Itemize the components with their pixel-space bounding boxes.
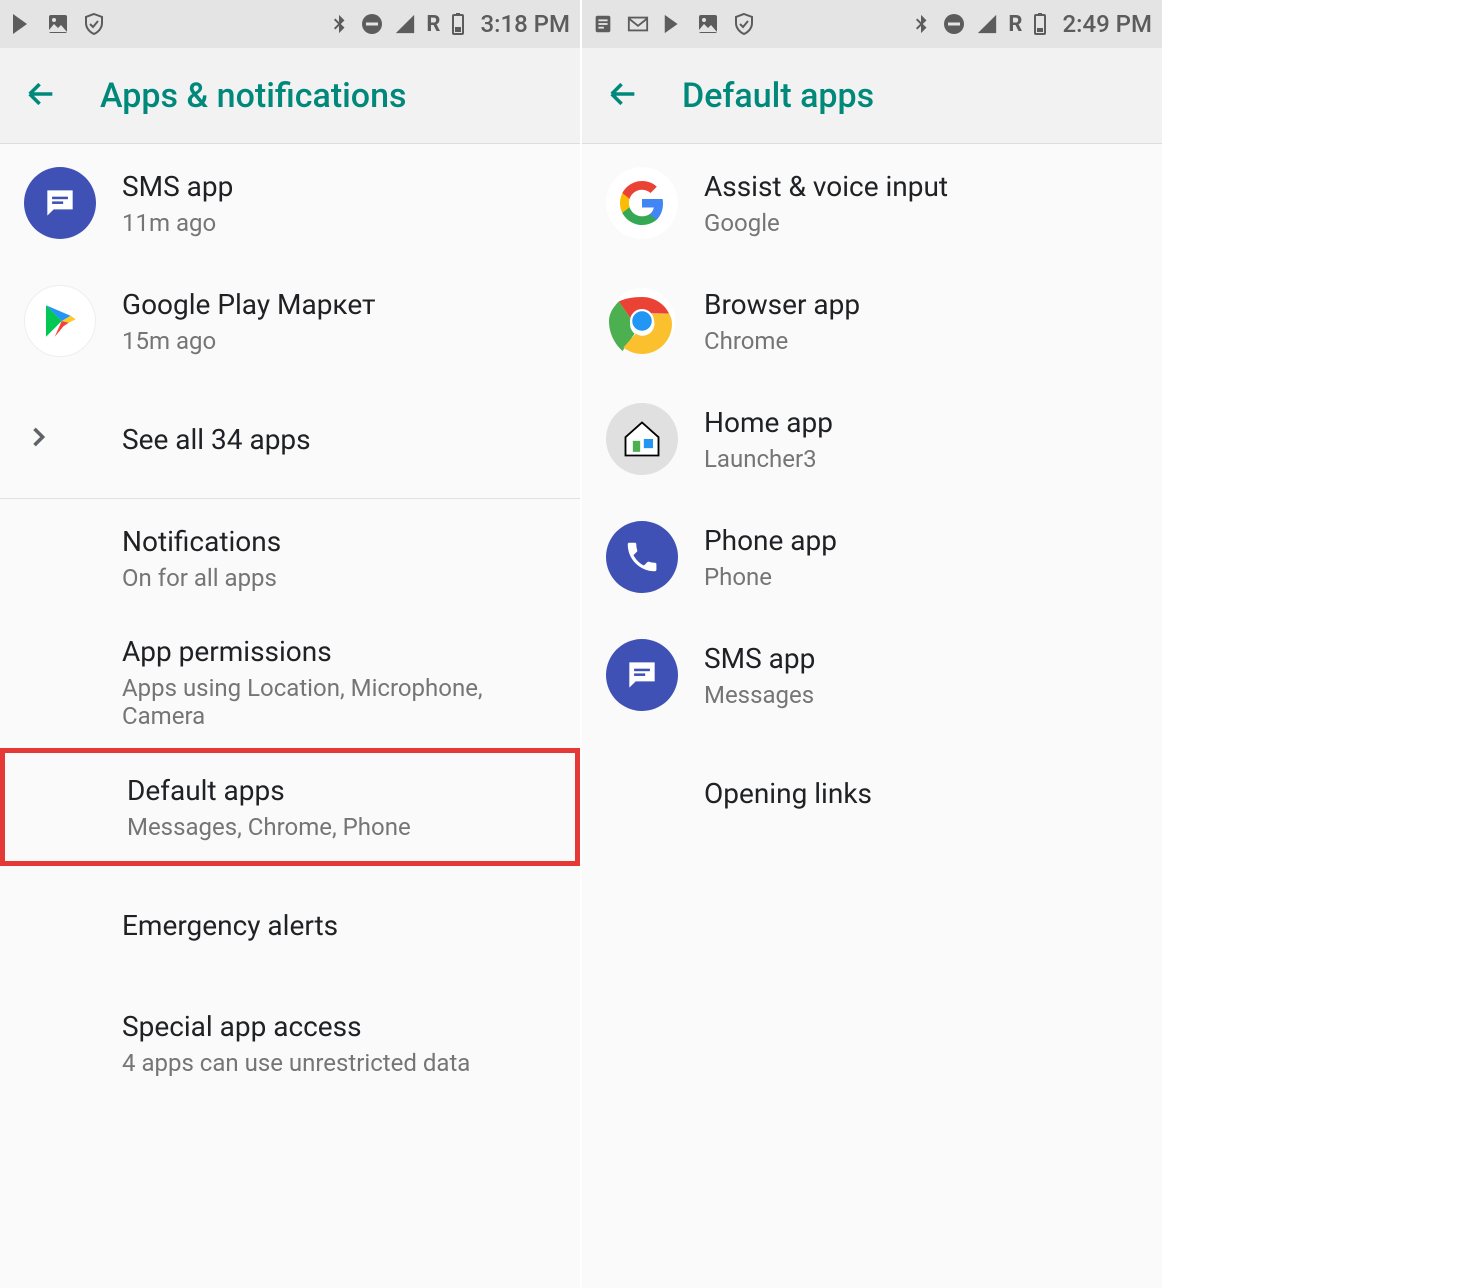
- battery-icon: [1032, 12, 1048, 36]
- row-subtitle: Messages: [704, 681, 815, 709]
- row-sms-app[interactable]: SMS app Messages: [582, 616, 1162, 734]
- status-right-icons: R 3:18 PM: [328, 10, 570, 38]
- play-store-icon: [10, 12, 34, 36]
- row-title: Notifications: [122, 525, 281, 558]
- row-title: Google Play Маркет: [122, 288, 376, 321]
- gallery-icon: [46, 12, 70, 36]
- status-left-icons: [592, 12, 756, 36]
- dnd-icon: [360, 12, 384, 36]
- status-bar: R 2:49 PM: [582, 0, 1162, 48]
- gallery-icon: [696, 12, 720, 36]
- row-subtitle: Google: [704, 209, 948, 237]
- network-type-label: R: [1008, 12, 1022, 37]
- row-subtitle: Apps using Location, Microphone, Camera: [122, 674, 556, 730]
- network-type-label: R: [426, 12, 440, 37]
- chrome-app-icon: [606, 285, 678, 357]
- row-subtitle: Chrome: [704, 327, 860, 355]
- chevron-right-icon: [24, 423, 52, 455]
- dnd-icon: [942, 12, 966, 36]
- row-title: See all 34 apps: [122, 423, 311, 456]
- shield-check-icon: [732, 12, 756, 36]
- app-bar: Apps & notifications: [0, 48, 580, 144]
- row-opening-links[interactable]: Opening links: [582, 734, 1162, 852]
- row-app-permissions[interactable]: App permissions Apps using Location, Mic…: [0, 617, 580, 748]
- messages-app-icon: [24, 167, 96, 239]
- page-title: Default apps: [682, 76, 874, 116]
- signal-icon: [394, 13, 416, 35]
- row-play-store[interactable]: Google Play Маркет 15m ago: [0, 262, 580, 380]
- row-emergency-alerts[interactable]: Emergency alerts: [0, 866, 580, 984]
- row-title: Opening links: [704, 777, 872, 810]
- row-assist-voice[interactable]: Assist & voice input Google: [582, 144, 1162, 262]
- messages-app-icon: [606, 639, 678, 711]
- bluetooth-icon: [910, 13, 932, 35]
- bluetooth-icon: [328, 13, 350, 35]
- default-apps-list: Assist & voice input Google Browser app …: [582, 144, 1162, 852]
- row-sms-app[interactable]: SMS app 11m ago: [0, 144, 580, 262]
- play-store-icon: [662, 13, 684, 35]
- row-browser-app[interactable]: Browser app Chrome: [582, 262, 1162, 380]
- row-title: Special app access: [122, 1010, 470, 1043]
- row-phone-app[interactable]: Phone app Phone: [582, 498, 1162, 616]
- back-arrow-icon[interactable]: [606, 77, 640, 115]
- battery-icon: [450, 12, 466, 36]
- row-see-all-apps[interactable]: See all 34 apps: [0, 380, 580, 498]
- page-title: Apps & notifications: [100, 76, 407, 116]
- clock-label: 3:18 PM: [480, 10, 570, 38]
- row-title: Default apps: [127, 774, 411, 807]
- row-subtitle: Phone: [704, 563, 837, 591]
- row-title: SMS app: [704, 642, 815, 675]
- row-subtitle: On for all apps: [122, 564, 281, 592]
- status-left-icons: [10, 12, 106, 36]
- row-notifications[interactable]: Notifications On for all apps: [0, 499, 580, 617]
- row-home-app[interactable]: Home app Launcher3: [582, 380, 1162, 498]
- row-special-app-access[interactable]: Special app access 4 apps can use unrest…: [0, 984, 580, 1102]
- row-subtitle: 4 apps can use unrestricted data: [122, 1049, 470, 1077]
- doc-icon: [592, 13, 614, 35]
- row-subtitle: Messages, Chrome, Phone: [127, 813, 411, 841]
- google-g-icon: [606, 167, 678, 239]
- row-title: App permissions: [122, 635, 556, 668]
- phone-right: R 2:49 PM Default apps Assist & voice in…: [582, 0, 1164, 1288]
- phone-left: R 3:18 PM Apps & notifications SMS app 1…: [0, 0, 582, 1288]
- row-title: Assist & voice input: [704, 170, 948, 203]
- row-subtitle: 11m ago: [122, 209, 233, 237]
- settings-list: SMS app 11m ago Google Play Маркет 15m a…: [0, 144, 580, 1102]
- status-right-icons: R 2:49 PM: [910, 10, 1152, 38]
- row-title: SMS app: [122, 170, 233, 203]
- clock-label: 2:49 PM: [1062, 10, 1152, 38]
- phone-app-icon: [606, 521, 678, 593]
- row-title: Home app: [704, 406, 833, 439]
- signal-icon: [976, 13, 998, 35]
- play-store-app-icon: [24, 285, 96, 357]
- back-arrow-icon[interactable]: [24, 77, 58, 115]
- shield-check-icon: [82, 12, 106, 36]
- launcher-home-icon: [606, 403, 678, 475]
- app-bar: Default apps: [582, 48, 1162, 144]
- row-default-apps[interactable]: Default apps Messages, Chrome, Phone: [0, 748, 580, 866]
- row-title: Phone app: [704, 524, 837, 557]
- row-title: Browser app: [704, 288, 860, 321]
- status-bar: R 3:18 PM: [0, 0, 580, 48]
- row-title: Emergency alerts: [122, 909, 338, 942]
- gmail-icon: [626, 13, 650, 35]
- row-subtitle: Launcher3: [704, 445, 833, 473]
- row-subtitle: 15m ago: [122, 327, 376, 355]
